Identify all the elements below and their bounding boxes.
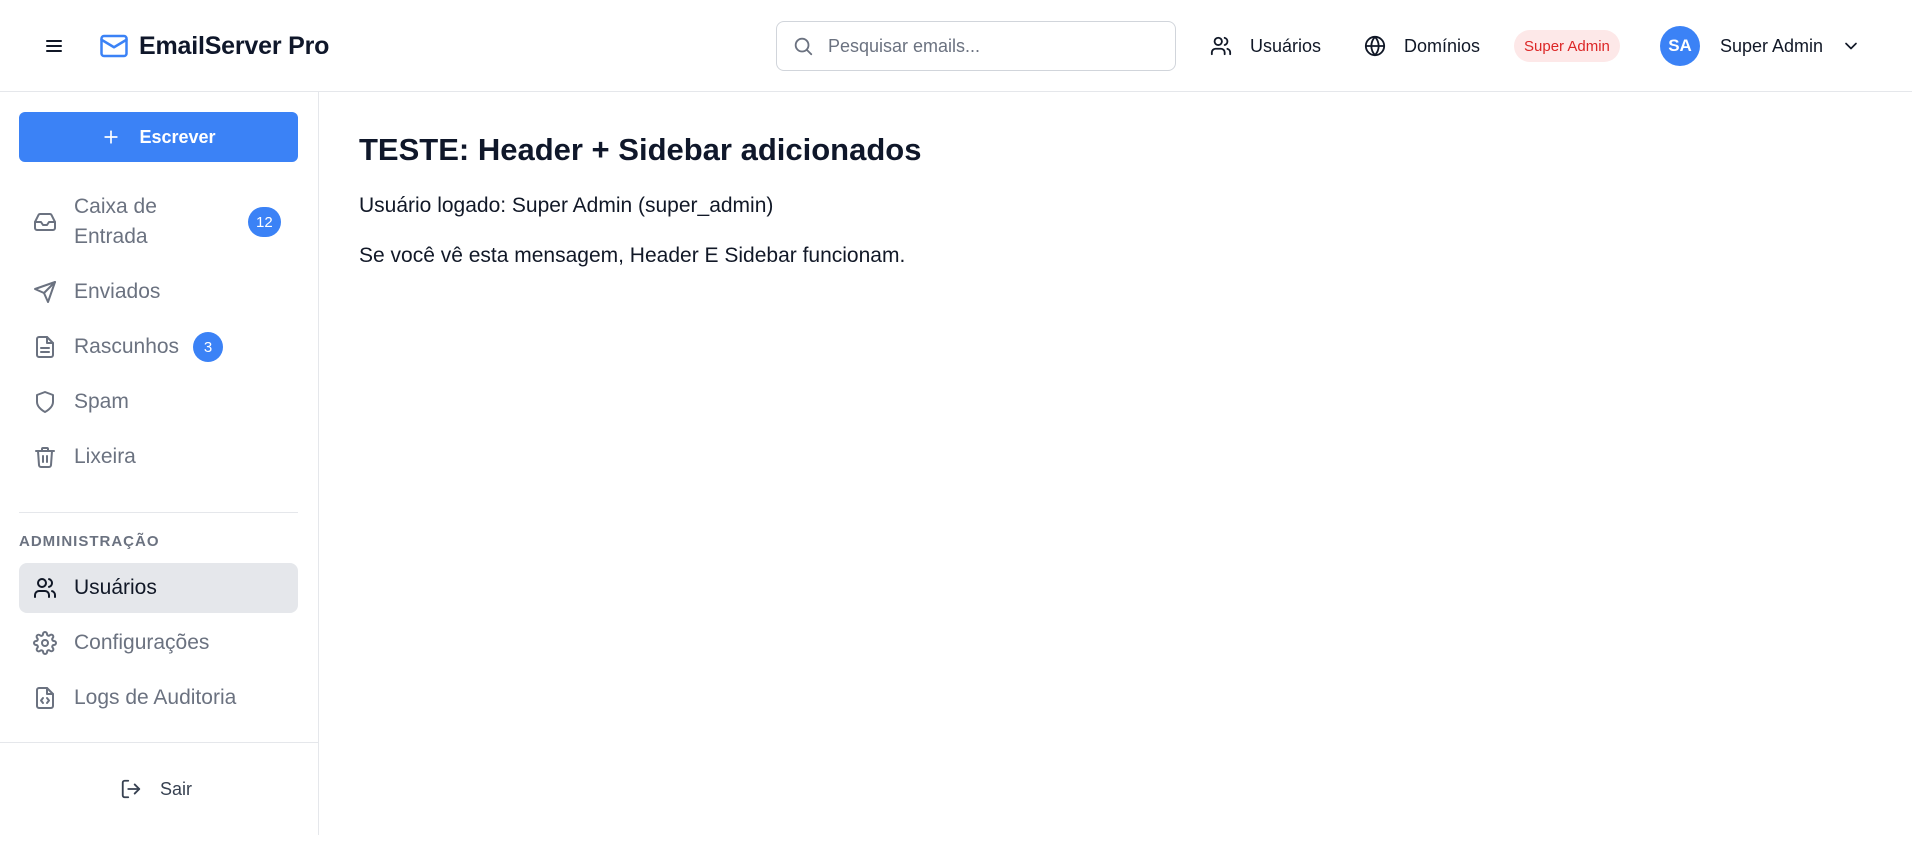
sidebar-item-trash[interactable]: Lixeira [19, 432, 298, 482]
sidebar-item-label: Enviados [74, 280, 161, 303]
sidebar-item-label: Logs de Auditoria [74, 686, 237, 709]
logout-button[interactable]: Sair [120, 774, 192, 804]
user-name: Super Admin [1720, 35, 1824, 56]
users-icon [33, 576, 57, 600]
sidebar: Escrever Caixa de Entrada 12 Enviados Ra… [0, 92, 319, 835]
header-nav-users[interactable]: Usuários [1210, 28, 1321, 64]
avatar: SA [1660, 26, 1700, 66]
trash-icon [33, 445, 57, 469]
page-title: TESTE: Header + Sidebar adicionados [359, 132, 922, 167]
top-header: EmailServer Pro Usuários Domínios Super … [0, 0, 1912, 92]
plus-icon [101, 127, 121, 147]
search-input[interactable] [828, 26, 1158, 66]
role-badge: Super Admin [1514, 30, 1620, 62]
status-message: Se você vê esta mensagem, Header E Sideb… [359, 244, 906, 267]
hamburger-menu-icon[interactable] [38, 30, 70, 62]
sidebar-item-label: Usuários [74, 576, 157, 599]
chevron-down-icon [1841, 36, 1861, 56]
sidebar-item-label: Caixa de Entrada [74, 195, 157, 248]
unread-count-badge: 12 [248, 207, 281, 237]
send-icon [33, 280, 57, 304]
sidebar-item-label: Spam [74, 390, 129, 413]
file-code-icon [33, 686, 57, 710]
inbox-icon [33, 210, 57, 234]
settings-icon [33, 631, 57, 655]
main-content: TESTE: Header + Sidebar adicionados Usuá… [320, 92, 1912, 860]
sidebar-item-settings[interactable]: Configurações [19, 618, 298, 668]
compose-button[interactable]: Escrever [19, 112, 298, 162]
header-nav-users-label: Usuários [1250, 35, 1322, 56]
globe-icon [1364, 35, 1386, 57]
user-menu[interactable]: SA Super Admin [1660, 26, 1861, 66]
compose-label: Escrever [139, 126, 216, 147]
mail-icon [99, 31, 129, 61]
sidebar-item-drafts[interactable]: Rascunhos 3 [19, 322, 298, 372]
header-nav-domains-label: Domínios [1404, 35, 1481, 56]
file-text-icon [33, 335, 57, 359]
sidebar-footer-divider [0, 742, 318, 743]
brand-name: EmailServer Pro [139, 31, 330, 60]
admin-section-title: ADMINISTRAÇÃO [19, 533, 160, 550]
search-box[interactable] [776, 21, 1176, 71]
log-out-icon [120, 778, 142, 800]
logged-user-text: Usuário logado: Super Admin (super_admin… [359, 194, 774, 217]
sidebar-item-label: Rascunhos [74, 335, 180, 358]
sidebar-divider [19, 512, 298, 513]
sidebar-item-inbox[interactable]: Caixa de Entrada 12 [19, 188, 298, 256]
draft-count-badge: 3 [193, 332, 223, 362]
sidebar-item-sent[interactable]: Enviados [19, 267, 298, 317]
shield-icon [33, 390, 57, 414]
sidebar-item-spam[interactable]: Spam [19, 377, 298, 427]
sidebar-item-users[interactable]: Usuários [19, 563, 298, 613]
logout-label: Sair [160, 778, 193, 799]
sidebar-item-audit-logs[interactable]: Logs de Auditoria [19, 673, 298, 723]
header-nav-domains[interactable]: Domínios [1364, 28, 1480, 64]
users-icon [1210, 35, 1232, 57]
brand[interactable]: EmailServer Pro [99, 28, 329, 64]
search-icon [792, 35, 814, 57]
sidebar-item-label: Configurações [74, 631, 210, 654]
sidebar-item-label: Lixeira [74, 445, 136, 468]
